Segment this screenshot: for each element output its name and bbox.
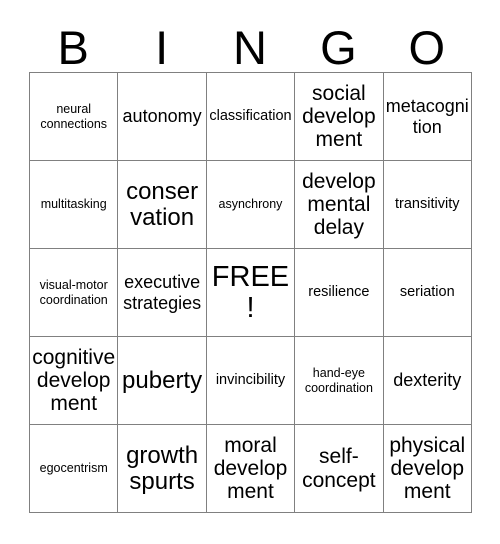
bingo-header-letter-b: B (57, 21, 89, 74)
bingo-cell-label: self-concept (302, 445, 376, 492)
bingo-cell-label: visual-motor coordination (39, 277, 108, 307)
bingo-free-label: FREE! (211, 260, 290, 324)
bingo-cell[interactable]: neural connections (28, 72, 119, 161)
bingo-cell[interactable]: growth spurts (117, 424, 207, 513)
bingo-cell-label: classification (209, 108, 292, 125)
bingo-cell[interactable]: moral development (205, 424, 296, 513)
bingo-header: B I N G O (29, 13, 471, 72)
bingo-cell[interactable]: conservation (117, 160, 207, 249)
bingo-cell[interactable]: invincibility (205, 336, 296, 425)
bingo-cell-label: dexterity (393, 370, 462, 391)
bingo-cell[interactable]: classification (205, 72, 296, 161)
bingo-header-letter-o: O (408, 21, 446, 74)
bingo-cell-label: developmental delay (302, 169, 376, 240)
bingo-header-letter-g: G (320, 21, 357, 74)
bingo-cell[interactable]: puberty (117, 336, 207, 425)
bingo-cell[interactable]: physical development (382, 424, 472, 513)
bingo-cell[interactable]: autonomy (117, 72, 207, 161)
bingo-cell-label: hand-eye coordination (304, 365, 373, 395)
bingo-cell-label: puberty (122, 366, 203, 394)
bingo-cell-label: seriation (399, 284, 455, 301)
bingo-cell[interactable]: developmental delay (294, 160, 384, 249)
bingo-cell-label: physical development (389, 433, 466, 504)
bingo-cell-label: neural connections (40, 101, 108, 131)
bingo-cell-label: executive strategies (123, 272, 202, 313)
bingo-cell[interactable]: cognitive development (28, 336, 119, 425)
bingo-cell-label: autonomy (122, 106, 202, 127)
bingo-cell[interactable]: self-concept (294, 424, 384, 513)
bingo-row: egocentrism growth spurts moral developm… (28, 424, 472, 513)
bingo-cell-label: transitivity (395, 196, 460, 213)
bingo-card: B I N G O neural connections autonomy cl… (28, 13, 472, 513)
bingo-cell[interactable]: visual-motor coordination (28, 248, 119, 337)
bingo-cell[interactable]: multitasking (28, 160, 119, 249)
bingo-cell-label: invincibility (215, 372, 286, 389)
bingo-grid: neural connections autonomy classificati… (28, 72, 472, 513)
bingo-row: visual-motor coordination executive stra… (28, 248, 472, 337)
bingo-cell-label: moral development (213, 433, 288, 504)
bingo-row: neural connections autonomy classificati… (28, 72, 472, 161)
bingo-cell[interactable]: transitivity (382, 160, 472, 249)
bingo-cell[interactable]: asynchrony (205, 160, 296, 249)
bingo-cell-label: multitasking (40, 197, 107, 212)
bingo-cell-label: metacognition (385, 96, 469, 137)
bingo-cell[interactable]: social development (294, 72, 384, 161)
bingo-cell[interactable]: hand-eye coordination (294, 336, 384, 425)
bingo-row: cognitive development puberty invincibil… (28, 336, 472, 425)
bingo-cell[interactable]: seriation (382, 248, 472, 337)
bingo-cell[interactable]: executive strategies (117, 248, 207, 337)
bingo-cell-label: conservation (126, 177, 199, 231)
bingo-cell[interactable]: dexterity (382, 336, 472, 425)
bingo-cell[interactable]: egocentrism (28, 424, 119, 513)
bingo-header-letter-i: I (155, 21, 169, 74)
bingo-cell-label: growth spurts (126, 441, 199, 495)
bingo-cell-label: asynchrony (218, 197, 283, 212)
bingo-cell-label: egocentrism (39, 461, 108, 476)
bingo-row: multitasking conservation asynchrony dev… (28, 160, 472, 249)
bingo-cell-free[interactable]: FREE! (205, 248, 296, 337)
bingo-cell-label: resilience (308, 284, 370, 301)
bingo-cell-label: cognitive development (32, 345, 116, 416)
bingo-cell[interactable]: metacognition (382, 72, 472, 161)
bingo-cell[interactable]: resilience (294, 248, 384, 337)
bingo-header-letter-n: N (233, 21, 267, 74)
bingo-cell-label: social development (302, 81, 376, 152)
